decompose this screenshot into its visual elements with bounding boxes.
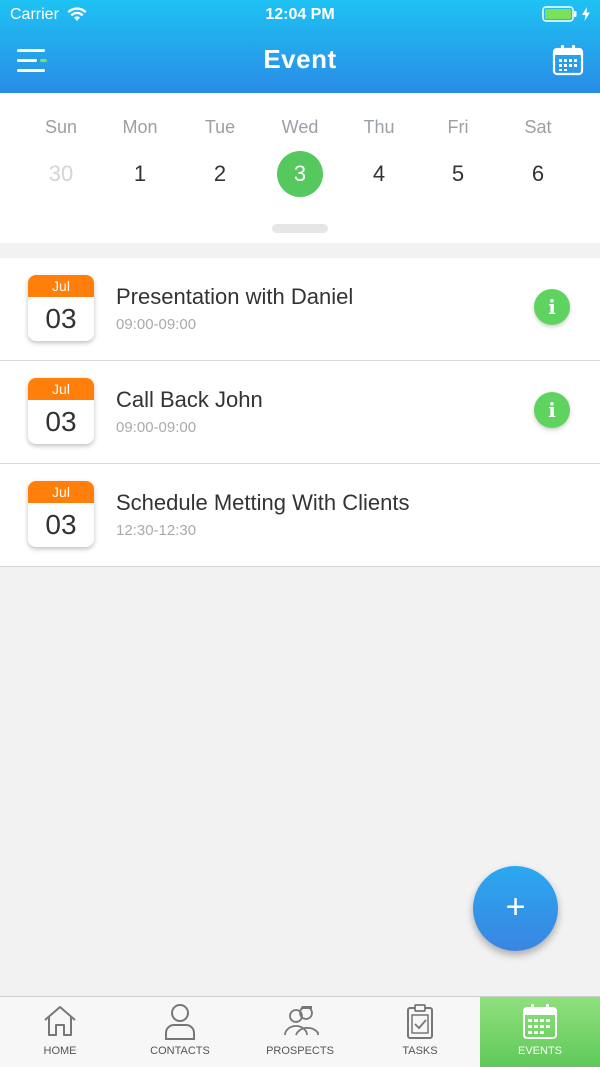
tab-home[interactable]: HOME: [0, 997, 120, 1067]
badge-day: 03: [45, 406, 77, 437]
battery-icon: [542, 6, 590, 22]
event-time: 12:30-12:30: [116, 522, 197, 539]
day-name: Mon: [122, 117, 158, 137]
badge-month: Jul: [28, 378, 94, 400]
day-name: Fri: [447, 117, 469, 137]
day-number[interactable]: 1: [117, 151, 163, 197]
calendar-icon: [552, 45, 584, 76]
contacts-icon: [165, 1004, 195, 1040]
event-list: Jul 03 Presentation with Daniel 09:00-09…: [0, 258, 600, 567]
event-row[interactable]: Jul 03 Schedule Metting With Clients 12:…: [0, 464, 600, 567]
tab-events[interactable]: EVENTS: [480, 997, 600, 1067]
clock: 12:04 PM: [265, 6, 335, 23]
charging-icon: [582, 7, 590, 21]
event-title: Presentation with Daniel: [116, 284, 354, 309]
day-number[interactable]: 6: [515, 151, 561, 197]
tab-prospects[interactable]: PROSPECTS: [240, 997, 360, 1067]
event-time: 09:00-09:00: [116, 316, 197, 333]
tab-label: EVENTS: [517, 1045, 562, 1057]
add-event-button[interactable]: +: [473, 866, 558, 951]
day-name: Tue: [204, 117, 236, 137]
date-badge: Jul 03: [28, 378, 94, 444]
event-row[interactable]: Jul 03 Call Back John 09:00-09:00 i: [0, 361, 600, 464]
date-badge: Jul 03: [28, 275, 94, 341]
day-number-selected[interactable]: 3: [277, 151, 323, 197]
page-title: Event: [263, 44, 337, 74]
status-bar: Carrier 12:04 PM: [0, 0, 600, 30]
tab-label: TASKS: [402, 1045, 438, 1057]
events-icon: [523, 1004, 557, 1039]
day-name: Wed: [281, 117, 319, 137]
header: Carrier 12:04 PM Event: [0, 0, 600, 93]
date-badge: Jul 03: [28, 481, 94, 547]
day-name: Thu: [363, 117, 395, 137]
day-number[interactable]: 5: [435, 151, 481, 197]
info-icon[interactable]: i: [534, 289, 570, 325]
tab-tasks[interactable]: TASKS: [360, 997, 480, 1067]
tab-label: CONTACTS: [150, 1045, 210, 1057]
event-title: Call Back John: [116, 387, 263, 412]
home-icon: [44, 1006, 76, 1036]
badge-day: 03: [45, 303, 77, 334]
calendar-button[interactable]: [552, 44, 584, 76]
badge-month: Jul: [28, 481, 94, 503]
event-row[interactable]: Jul 03 Presentation with Daniel 09:00-09…: [0, 258, 600, 361]
day-name: Sun: [44, 117, 78, 137]
day-number[interactable]: 30: [38, 151, 84, 197]
tab-contacts[interactable]: CONTACTS: [120, 997, 240, 1067]
badge-month: Jul: [28, 275, 94, 297]
event-time: 09:00-09:00: [116, 419, 197, 436]
nav-bar: Event: [0, 30, 600, 93]
tab-label: HOME: [43, 1045, 77, 1057]
day-name: Sat: [524, 117, 552, 137]
badge-day: 03: [45, 509, 77, 540]
tab-bar: HOME CONTACTS PROSPECTS TASKS EVENTS: [0, 996, 600, 1067]
day-number[interactable]: 2: [197, 151, 243, 197]
info-icon[interactable]: i: [534, 392, 570, 428]
tab-label: PROSPECTS: [266, 1045, 334, 1057]
tasks-icon: [407, 1004, 433, 1039]
prospects-icon: [284, 1006, 319, 1036]
drag-handle[interactable]: [272, 224, 328, 233]
week-strip: Sun 30 Mon 1 Tue 2 Wed 3 Thu 4 Fri 5 Sat…: [0, 93, 600, 243]
event-title: Schedule Metting With Clients: [116, 490, 410, 515]
day-number[interactable]: 4: [356, 151, 402, 197]
